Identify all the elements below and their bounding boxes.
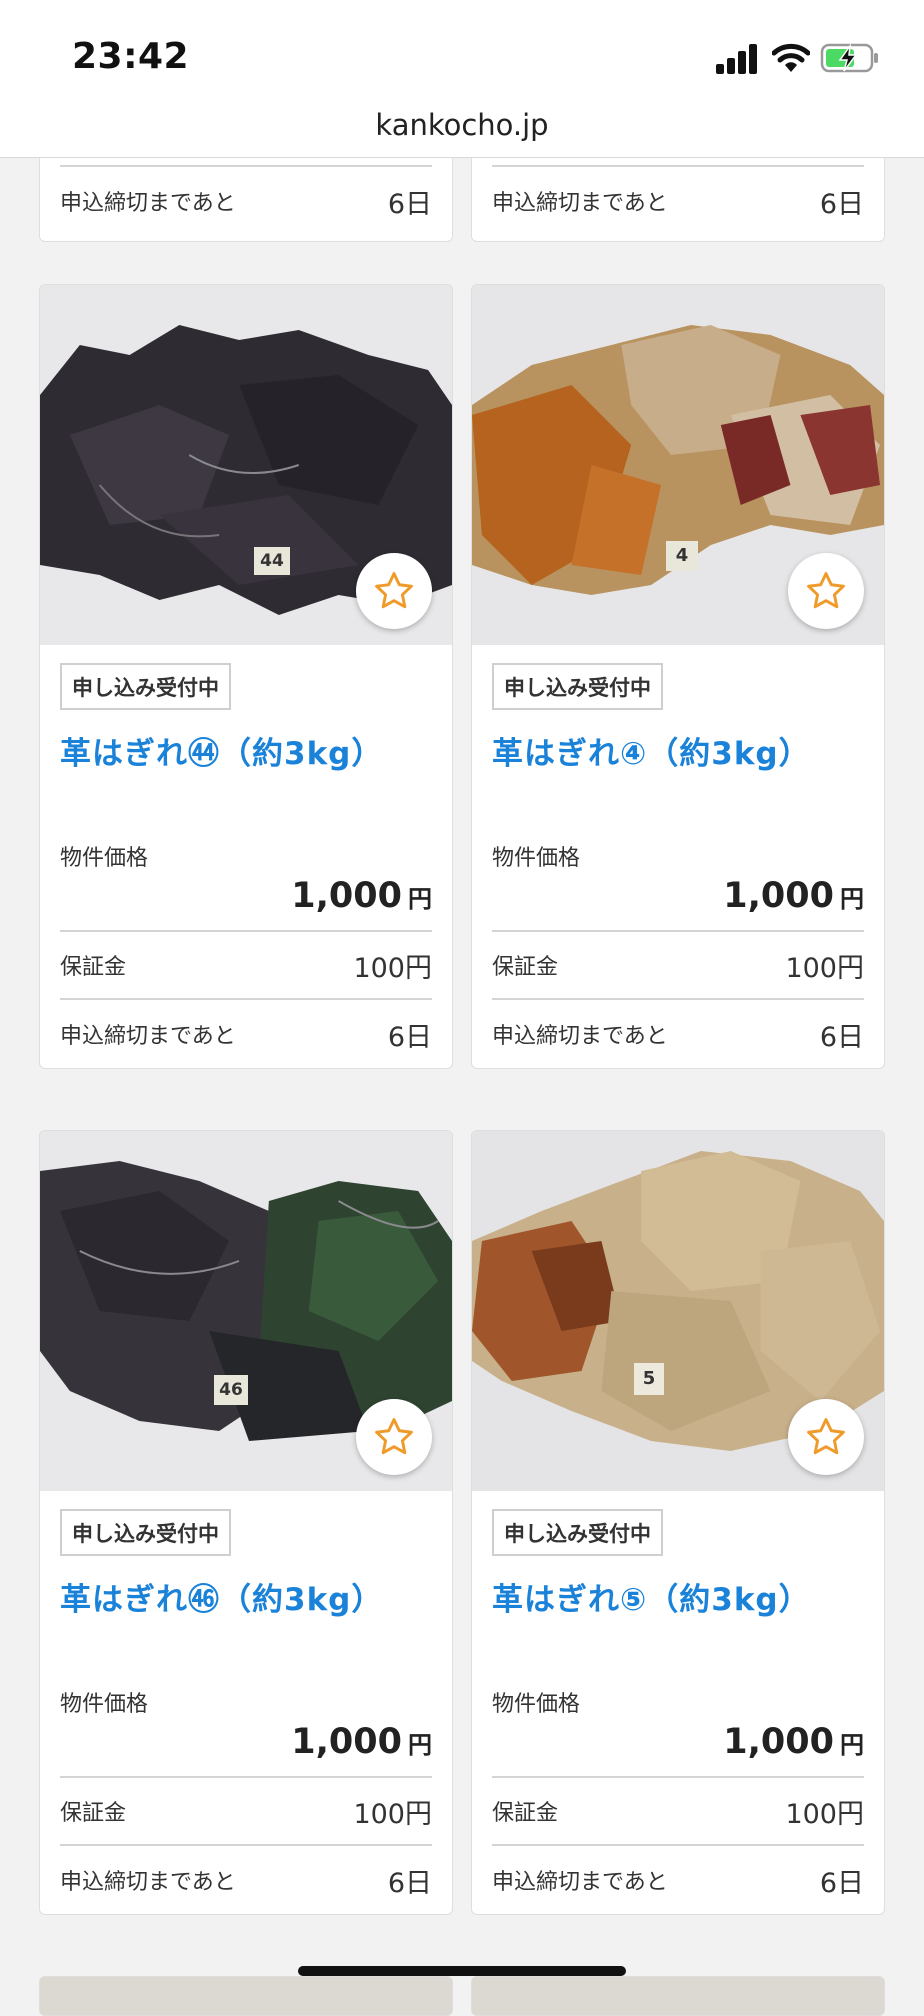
deposit-label: 保証金 [492,955,559,980]
deadline-value: 6日 [387,1867,432,1899]
listing-card[interactable]: 4 申し込み受付中 革はぎれ④（約3kg） 物件価格 1,000 円 保証金 100… [471,284,885,1069]
price-unit: 円 [840,1731,864,1759]
status-badge: 申し込み受付中 [60,1509,231,1556]
lot-number-tag: 46 [214,1375,248,1405]
cellular-signal-icon [716,44,760,74]
deposit-label: 保証金 [60,1801,127,1826]
battery-charging-icon [820,43,878,73]
price-unit: 円 [408,1731,432,1759]
address-bar-url[interactable]: kankocho.jp [0,108,924,142]
item-title-link[interactable]: 革はぎれ㊻（約3kg） [60,1574,432,1686]
deadline-value: 6日 [819,188,864,220]
deadline-label: 申込締切まであと [60,1870,236,1895]
deadline-row: 申込締切まであと 6日 [492,1000,864,1068]
status-time: 23:42 [72,36,190,77]
star-outline-icon [807,1418,845,1455]
deadline-row: 申込締切まであと 6日 [492,1846,864,1914]
deadline-value: 6日 [819,1021,864,1053]
star-outline-icon [375,572,413,609]
item-title-link[interactable]: 革はぎれ④（約3kg） [492,728,864,840]
price-label: 物件価格 [60,1692,149,1717]
status-bar: 23:42 kankocho.jp [0,0,924,158]
deadline-row: 申込締切まであと 6日 [492,167,864,235]
listing-card[interactable]: 46 申し込み受付中 革はぎれ㊻（約3kg） 物件価格 1,000 円 保証金 10… [39,1130,453,1915]
listing-card-partial[interactable] [39,1976,453,2016]
item-photo[interactable]: 4 [472,285,884,645]
price-label: 物件価格 [492,1692,581,1717]
deadline-row: 申込締切まであと 6日 [60,1846,432,1914]
price-amount: 1,000 [291,1722,402,1762]
item-title-link[interactable]: 革はぎれ㊹（約3kg） [60,728,432,840]
deposit-value: 100円 [785,952,864,984]
price-value: 1,000 円 [492,876,864,932]
deposit-row: 保証金 100円 [492,1778,864,1846]
deposit-row: 保証金 100円 [60,1778,432,1846]
favorite-button[interactable] [356,1399,432,1475]
item-photo[interactable]: 5 [472,1131,884,1491]
deposit-row: 保証金 100円 [492,932,864,1000]
star-outline-icon [375,1418,413,1455]
price-unit: 円 [840,885,864,913]
status-badge: 申し込み受付中 [492,663,663,710]
item-title-link[interactable]: 革はぎれ⑤（約3kg） [492,1574,864,1686]
deadline-label: 申込締切まであと [492,1870,668,1895]
lot-number-tag: 4 [666,541,698,571]
price-amount: 1,000 [723,1722,834,1762]
favorite-button[interactable] [356,553,432,629]
favorite-button[interactable] [788,1399,864,1475]
deposit-value: 100円 [353,1798,432,1830]
price-unit: 円 [408,885,432,913]
deadline-label: 申込締切まであと [492,1024,668,1049]
price-value: 1,000 円 [492,1722,864,1778]
star-outline-icon [807,572,845,609]
deadline-row: 申込締切まであと 6日 [60,1000,432,1068]
lot-number-tag: 44 [254,547,290,575]
status-badge: 申し込み受付中 [492,1509,663,1556]
item-photo[interactable]: 44 [40,285,452,645]
deposit-row: 保証金 100円 [60,932,432,1000]
deadline-value: 6日 [387,1021,432,1053]
deadline-value: 6日 [819,1867,864,1899]
deadline-label: 申込締切まであと [492,191,668,216]
item-photo[interactable]: 46 [40,1131,452,1491]
price-label: 物件価格 [492,846,581,871]
price-value: 1,000 円 [60,876,432,932]
lot-number-tag: 5 [634,1363,664,1395]
status-badge: 申し込み受付中 [60,663,231,710]
deadline-row: 申込締切まであと 6日 [60,167,432,235]
wifi-icon [772,43,810,72]
listing-card[interactable]: 5 申し込み受付中 革はぎれ⑤（約3kg） 物件価格 1,000 円 保証金 100… [471,1130,885,1915]
price-label: 物件価格 [60,846,149,871]
deadline-label: 申込締切まであと [60,1024,236,1049]
deposit-value: 100円 [785,1798,864,1830]
price-amount: 1,000 [723,876,834,916]
deposit-label: 保証金 [60,955,127,980]
listing-card-partial[interactable] [471,1976,885,2016]
price-amount: 1,000 [291,876,402,916]
deposit-label: 保証金 [492,1801,559,1826]
home-indicator[interactable] [298,1966,626,1976]
favorite-button[interactable] [788,553,864,629]
deadline-label: 申込締切まであと [60,191,236,216]
deposit-value: 100円 [353,952,432,984]
deadline-value: 6日 [387,188,432,220]
listing-card[interactable]: 44 申し込み受付中 革はぎれ㊹（約3kg） 物件価格 1,000 円 保証金 10… [39,284,453,1069]
price-value: 1,000 円 [60,1722,432,1778]
